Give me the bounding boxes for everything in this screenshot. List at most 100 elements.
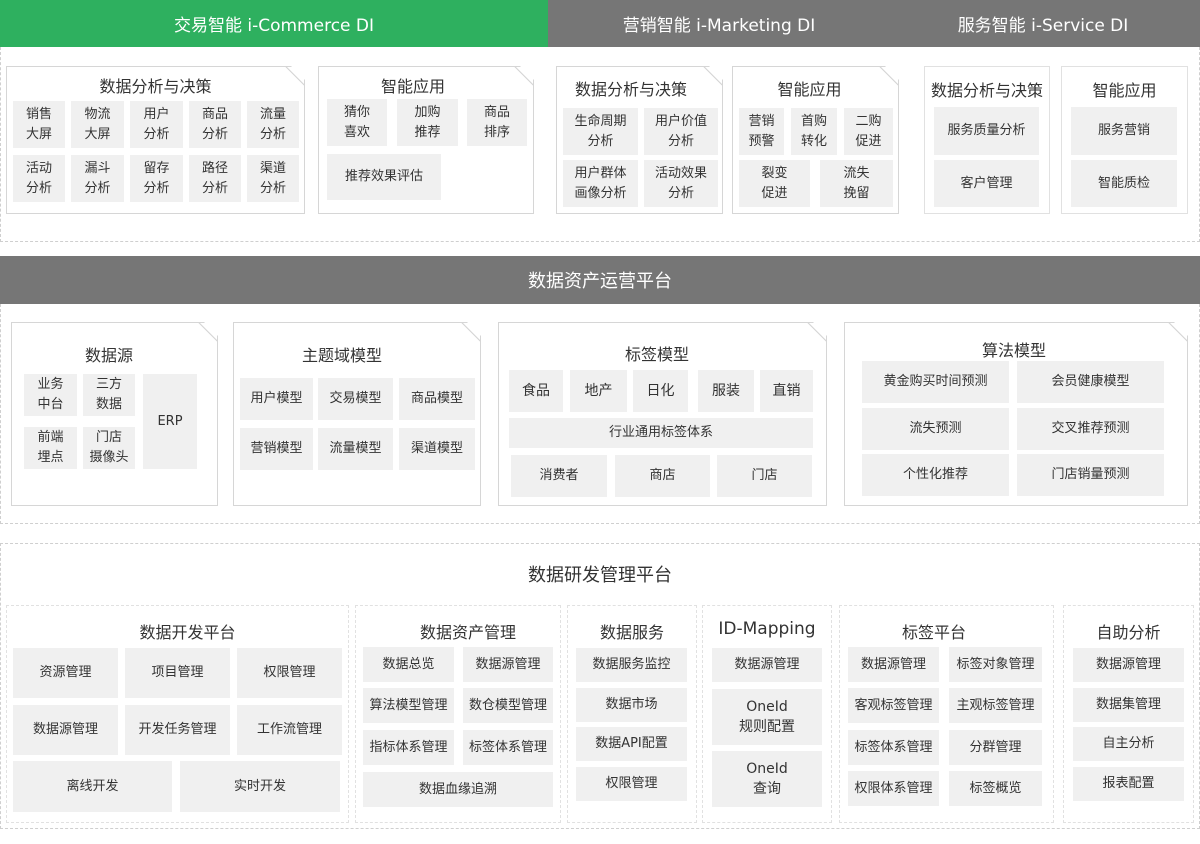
- asset-mgmt-item[interactable]: 数据血缘追溯: [363, 772, 553, 807]
- source-item[interactable]: ERP: [143, 374, 197, 469]
- dev-item[interactable]: 项目管理: [125, 648, 230, 698]
- marketing-analysis-item[interactable]: 用户群体 画像分析: [563, 160, 638, 207]
- marketing-analysis-item[interactable]: 活动效果 分析: [644, 160, 718, 207]
- dev-item[interactable]: 离线开发: [13, 761, 172, 812]
- tag-title: 标签模型: [624, 345, 689, 364]
- dev-item[interactable]: 实时开发: [180, 761, 340, 812]
- tag-item[interactable]: 消费者: [511, 455, 607, 497]
- tagp-item[interactable]: 标签体系管理: [848, 730, 939, 765]
- dev-item[interactable]: 资源管理: [13, 648, 118, 698]
- dev-item[interactable]: 权限管理: [237, 648, 342, 698]
- asset-platform-bar: 数据资产运营平台: [0, 256, 1200, 304]
- tagp-item[interactable]: 标签概览: [949, 771, 1042, 806]
- asset-mgmt-item[interactable]: 数据源管理: [463, 647, 553, 682]
- self-item[interactable]: 自主分析: [1073, 727, 1184, 761]
- tagp-item[interactable]: 权限体系管理: [848, 771, 939, 806]
- commerce-apps-item[interactable]: 商品 排序: [467, 99, 527, 146]
- tag-item[interactable]: 门店: [717, 455, 812, 497]
- algo-item[interactable]: 流失预测: [862, 408, 1009, 450]
- commerce-analysis-item[interactable]: 物流 大屏: [71, 101, 124, 148]
- tag-item[interactable]: 地产: [570, 370, 627, 412]
- source-title: 数据源: [84, 346, 133, 365]
- asset-mgmt-item[interactable]: 指标体系管理: [363, 730, 454, 765]
- algo-item[interactable]: 交叉推荐预测: [1017, 408, 1164, 450]
- marketing-apps-item[interactable]: 流失 挽留: [820, 160, 893, 207]
- dev-title: 数据开发平台: [139, 623, 236, 642]
- tag-item[interactable]: 直销: [760, 370, 813, 412]
- tag-item[interactable]: 商店: [615, 455, 710, 497]
- topic-item[interactable]: 渠道模型: [399, 428, 475, 470]
- service-analysis-title: 数据分析与决策: [930, 81, 1043, 100]
- marketing-analysis-title: 数据分析与决策: [574, 80, 687, 99]
- commerce-analysis-item[interactable]: 漏斗 分析: [71, 155, 124, 202]
- data-service-item[interactable]: 数据市场: [576, 688, 687, 722]
- tag-item[interactable]: 服装: [698, 370, 754, 412]
- marketing-analysis-item[interactable]: 生命周期 分析: [563, 108, 638, 155]
- marketing-analysis-item[interactable]: 用户价值 分析: [644, 108, 718, 155]
- self-item[interactable]: 数据集管理: [1073, 688, 1184, 722]
- service-title: 数据服务: [599, 623, 664, 642]
- tagp-item[interactable]: 数据源管理: [848, 647, 939, 682]
- topic-item[interactable]: 流量模型: [318, 428, 393, 470]
- service-apps-item[interactable]: 服务营销: [1071, 107, 1177, 155]
- tagp-item[interactable]: 标签对象管理: [949, 647, 1042, 682]
- asset-mgmt-item[interactable]: 标签体系管理: [463, 730, 553, 765]
- service-apps-item[interactable]: 智能质检: [1071, 160, 1177, 207]
- source-item[interactable]: 业务 中台: [24, 374, 77, 416]
- topic-item[interactable]: 交易模型: [318, 378, 393, 420]
- commerce-apps-item[interactable]: 猜你 喜欢: [327, 99, 387, 146]
- tag-item[interactable]: 食品: [509, 370, 563, 412]
- marketing-apps-item[interactable]: 营销 预警: [739, 108, 784, 155]
- service-analysis-item[interactable]: 服务质量分析: [934, 107, 1039, 155]
- commerce-apps-item[interactable]: 推荐效果评估: [327, 154, 441, 200]
- asset-mgmt-item[interactable]: 数据总览: [363, 647, 454, 682]
- self-item[interactable]: 数据源管理: [1073, 648, 1184, 682]
- tag-item[interactable]: 行业通用标签体系: [509, 418, 813, 448]
- topic-item[interactable]: 营销模型: [240, 428, 313, 470]
- data-service-item[interactable]: 数据服务监控: [576, 648, 687, 682]
- tab-marketing[interactable]: 营销智能 i-Marketing DI: [548, 0, 890, 47]
- commerce-analysis-item[interactable]: 路径 分析: [189, 155, 241, 202]
- commerce-analysis-item[interactable]: 用户 分析: [130, 101, 183, 148]
- service-analysis-item[interactable]: 客户管理: [934, 160, 1039, 207]
- idmap-item[interactable]: 数据源管理: [712, 648, 822, 682]
- self-item[interactable]: 报表配置: [1073, 767, 1184, 801]
- tag-item[interactable]: 日化: [633, 370, 688, 412]
- commerce-analysis-item[interactable]: 活动 分析: [13, 155, 65, 202]
- marketing-apps-item[interactable]: 二购 促进: [844, 108, 893, 155]
- tab-commerce[interactable]: 交易智能 i-Commerce DI: [0, 0, 548, 47]
- commerce-apps-item[interactable]: 加购 推荐: [397, 99, 458, 146]
- commerce-apps-title: 智能应用: [380, 77, 445, 96]
- marketing-apps-item[interactable]: 首购 转化: [791, 108, 837, 155]
- asset-mgmt-item[interactable]: 数仓模型管理: [463, 688, 553, 723]
- topic-item[interactable]: 商品模型: [399, 378, 475, 420]
- data-service-item[interactable]: 权限管理: [576, 767, 687, 801]
- commerce-analysis-item[interactable]: 流量 分析: [247, 101, 299, 148]
- algo-item[interactable]: 黄金购买时间预测: [862, 361, 1009, 403]
- asset-mgmt-item[interactable]: 算法模型管理: [363, 688, 454, 723]
- tagp-item[interactable]: 主观标签管理: [949, 688, 1042, 723]
- tab-service[interactable]: 服务智能 i-Service DI: [890, 0, 1200, 47]
- algo-item[interactable]: 会员健康模型: [1017, 361, 1164, 403]
- source-item[interactable]: 三方 数据: [83, 374, 135, 416]
- source-item[interactable]: 前端 埋点: [24, 427, 77, 469]
- commerce-analysis-item[interactable]: 商品 分析: [189, 101, 241, 148]
- idmap-title: ID-Mapping: [718, 619, 816, 639]
- commerce-analysis-item[interactable]: 销售 大屏: [13, 101, 65, 148]
- algo-item[interactable]: 个性化推荐: [862, 454, 1009, 496]
- idmap-item[interactable]: OneId 查询: [712, 751, 822, 807]
- commerce-analysis-item[interactable]: 留存 分析: [130, 155, 183, 202]
- dev-item[interactable]: 工作流管理: [237, 705, 342, 755]
- dev-item[interactable]: 数据源管理: [13, 705, 118, 755]
- self-title: 自助分析: [1096, 623, 1161, 642]
- algo-item[interactable]: 门店销量预测: [1017, 454, 1164, 496]
- tagp-item[interactable]: 客观标签管理: [848, 688, 939, 723]
- topic-item[interactable]: 用户模型: [240, 378, 313, 420]
- data-service-item[interactable]: 数据API配置: [576, 727, 687, 761]
- marketing-apps-item[interactable]: 裂变 促进: [739, 160, 810, 207]
- dev-item[interactable]: 开发任务管理: [125, 705, 230, 755]
- commerce-analysis-item[interactable]: 渠道 分析: [247, 155, 299, 202]
- source-item[interactable]: 门店 摄像头: [83, 427, 135, 469]
- tagp-item[interactable]: 分群管理: [949, 730, 1042, 765]
- idmap-item[interactable]: OneId 规则配置: [712, 689, 822, 745]
